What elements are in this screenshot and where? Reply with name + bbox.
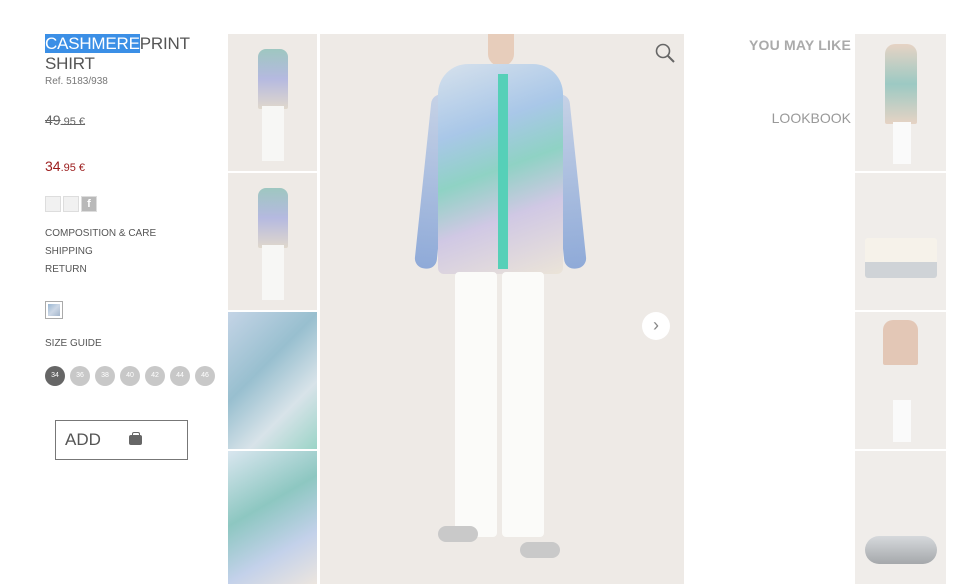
size-option[interactable]: 40 — [120, 366, 140, 386]
thumbnail-strip — [228, 34, 317, 584]
sale-price-int: 34 — [45, 158, 61, 174]
product-ref: Ref. 5183/938 — [45, 76, 108, 87]
old-price-int: 49 — [45, 112, 61, 128]
size-option[interactable]: 46 — [195, 366, 215, 386]
facebook-icon[interactable]: f — [81, 196, 97, 212]
chevron-right-icon: › — [653, 315, 659, 335]
recommendation-item[interactable] — [855, 312, 946, 449]
old-price-dec: .95 € — [60, 116, 86, 128]
add-label: ADD — [65, 430, 101, 449]
sale-price-dec: .95 € — [60, 162, 86, 174]
return-link[interactable]: RETURN — [45, 261, 156, 279]
main-product-image[interactable]: › — [320, 34, 684, 584]
you-may-like-heading[interactable]: YOU MAY LIKE — [749, 37, 851, 53]
size-guide-link[interactable]: SIZE GUIDE — [45, 338, 102, 349]
composition-care-link[interactable]: COMPOSITION & CARE — [45, 225, 156, 243]
size-option[interactable]: 34 — [45, 366, 65, 386]
mail-icon[interactable] — [45, 196, 61, 212]
title-highlighted-word: CASHMERE — [45, 34, 140, 53]
size-option[interactable]: 36 — [70, 366, 90, 386]
product-title: CASHMEREPRINT SHIRT — [45, 34, 220, 74]
recommendation-item[interactable] — [855, 451, 946, 584]
title-word: PRINT — [139, 34, 190, 53]
recommendation-item[interactable] — [855, 173, 946, 310]
lookbook-link[interactable]: LOOKBOOK — [772, 110, 851, 126]
old-price: 49.95 € — [45, 112, 85, 128]
thumbnail-back[interactable] — [228, 173, 317, 310]
color-swatch[interactable] — [45, 301, 63, 319]
title-line-2: SHIRT — [45, 54, 95, 73]
size-option[interactable]: 44 — [170, 366, 190, 386]
recommendation-strip — [855, 34, 946, 584]
size-selector: 34 36 38 40 42 44 46 — [45, 366, 215, 386]
size-option[interactable]: 42 — [145, 366, 165, 386]
share-icons: f — [45, 196, 97, 212]
thumbnail-front[interactable] — [228, 34, 317, 171]
sale-price: 34.95 € — [45, 158, 85, 174]
next-image-button[interactable]: › — [642, 312, 670, 340]
info-links: COMPOSITION & CARE SHIPPING RETURN — [45, 225, 156, 279]
shipping-link[interactable]: SHIPPING — [45, 243, 156, 261]
thumbnail-cuff-detail[interactable] — [228, 451, 317, 584]
recommendation-item[interactable] — [855, 34, 946, 171]
bag-icon — [128, 432, 142, 445]
thumbnail-collar-detail[interactable] — [228, 312, 317, 449]
zoom-icon[interactable] — [654, 42, 676, 64]
size-option[interactable]: 38 — [95, 366, 115, 386]
twitter-icon[interactable] — [63, 196, 79, 212]
product-info: CASHMEREPRINT SHIRT Ref. 5183/938 49.95 … — [45, 34, 220, 386]
add-to-bag-button[interactable]: ADD — [55, 420, 188, 460]
